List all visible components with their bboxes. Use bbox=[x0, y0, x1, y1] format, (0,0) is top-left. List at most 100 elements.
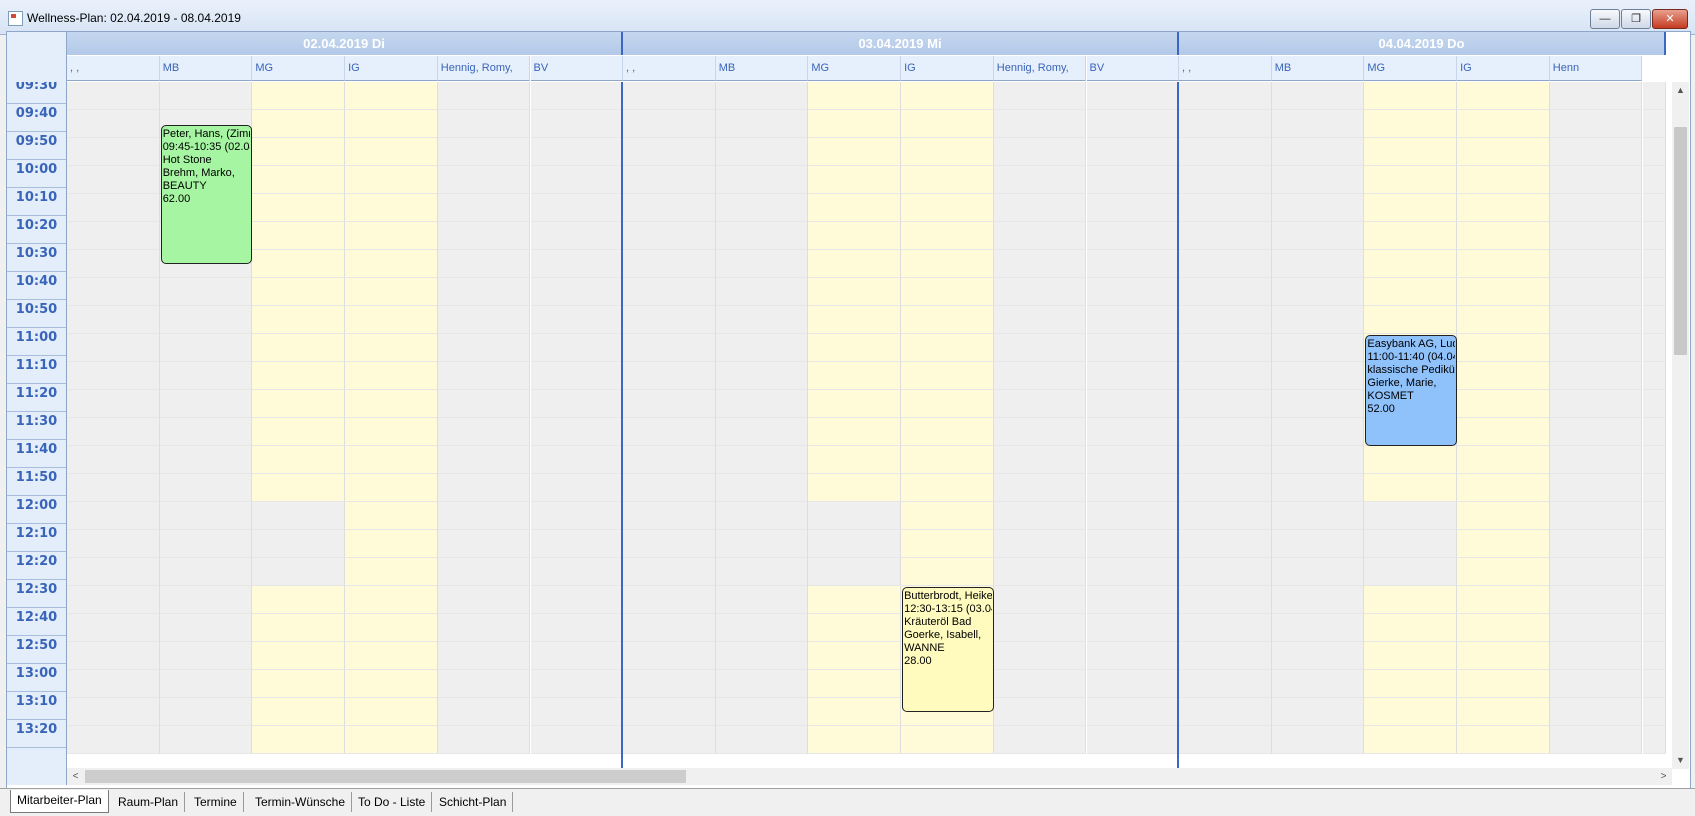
schedule-cell[interactable] bbox=[1642, 726, 1666, 754]
schedule-cell[interactable] bbox=[1457, 82, 1550, 110]
column-header[interactable]: MB bbox=[715, 56, 809, 81]
schedule-cell[interactable] bbox=[808, 530, 902, 558]
schedule-cell[interactable] bbox=[159, 502, 253, 530]
schedule-cell[interactable] bbox=[715, 698, 809, 726]
schedule-cell[interactable] bbox=[808, 446, 902, 474]
schedule-cell[interactable] bbox=[1549, 278, 1643, 306]
close-button[interactable]: ✕ bbox=[1652, 9, 1688, 29]
schedule-cell[interactable] bbox=[252, 502, 346, 530]
schedule-cell[interactable] bbox=[1179, 446, 1272, 474]
schedule-cell[interactable] bbox=[1549, 194, 1643, 222]
schedule-cell[interactable] bbox=[1364, 586, 1458, 614]
schedule-cell[interactable] bbox=[808, 166, 902, 194]
schedule-cell[interactable] bbox=[437, 82, 531, 110]
schedule-cell[interactable] bbox=[715, 110, 809, 138]
schedule-cell[interactable] bbox=[808, 334, 902, 362]
schedule-cell[interactable] bbox=[345, 334, 438, 362]
schedule-cell[interactable] bbox=[993, 138, 1087, 166]
schedule-cell[interactable] bbox=[437, 558, 531, 586]
schedule-cell[interactable] bbox=[252, 698, 346, 726]
schedule-cell[interactable] bbox=[1642, 82, 1666, 110]
schedule-cell[interactable] bbox=[1642, 698, 1666, 726]
schedule-cell[interactable] bbox=[1457, 390, 1550, 418]
schedule-cell[interactable] bbox=[1086, 642, 1180, 670]
schedule-cell[interactable] bbox=[808, 698, 902, 726]
schedule-cell[interactable] bbox=[1549, 474, 1643, 502]
schedule-cell[interactable] bbox=[1364, 110, 1458, 138]
schedule-cell[interactable] bbox=[993, 558, 1087, 586]
schedule-cell[interactable] bbox=[252, 82, 346, 110]
schedule-cell[interactable] bbox=[530, 418, 624, 446]
schedule-cell[interactable] bbox=[252, 418, 346, 446]
schedule-cell[interactable] bbox=[808, 306, 902, 334]
schedule-cell[interactable] bbox=[530, 222, 624, 250]
schedule-cell[interactable] bbox=[1549, 306, 1643, 334]
schedule-cell[interactable] bbox=[252, 670, 346, 698]
schedule-cell[interactable] bbox=[252, 586, 346, 614]
schedule-cell[interactable] bbox=[1364, 502, 1458, 530]
schedule-cell[interactable] bbox=[345, 446, 438, 474]
schedule-cell[interactable] bbox=[530, 670, 624, 698]
schedule-cell[interactable] bbox=[67, 278, 160, 306]
schedule-cell[interactable] bbox=[1086, 250, 1180, 278]
schedule-cell[interactable] bbox=[1086, 698, 1180, 726]
schedule-cell[interactable] bbox=[1179, 502, 1272, 530]
appointment-card[interactable]: Butterbrodt, Heike 12:30-13:15 (03.04. Krä… bbox=[902, 587, 994, 712]
column-header[interactable]: MG bbox=[808, 56, 902, 81]
schedule-cell[interactable] bbox=[67, 586, 160, 614]
schedule-cell[interactable] bbox=[1179, 306, 1272, 334]
schedule-cell[interactable] bbox=[623, 390, 716, 418]
schedule-cell[interactable] bbox=[1549, 334, 1643, 362]
schedule-cell[interactable] bbox=[1549, 362, 1643, 390]
schedule-cell[interactable] bbox=[1457, 446, 1550, 474]
schedule-cell[interactable] bbox=[437, 642, 531, 670]
schedule-cell[interactable] bbox=[993, 82, 1087, 110]
schedule-cell[interactable] bbox=[993, 614, 1087, 642]
schedule-cell[interactable] bbox=[1086, 614, 1180, 642]
schedule-cell[interactable] bbox=[993, 446, 1087, 474]
schedule-cell[interactable] bbox=[623, 362, 716, 390]
schedule-cell[interactable] bbox=[1086, 558, 1180, 586]
schedule-cell[interactable] bbox=[1642, 446, 1666, 474]
column-header[interactable]: MB bbox=[1271, 56, 1365, 81]
schedule-cell[interactable] bbox=[1364, 642, 1458, 670]
schedule-cell[interactable] bbox=[437, 222, 531, 250]
schedule-cell[interactable] bbox=[1271, 446, 1365, 474]
schedule-cell[interactable] bbox=[1179, 166, 1272, 194]
appointment-card[interactable]: Easybank AG, Ludw11:00-11:40 (04.04.klas… bbox=[1365, 335, 1458, 446]
schedule-cell[interactable] bbox=[808, 614, 902, 642]
schedule-cell[interactable] bbox=[808, 726, 902, 754]
schedule-cell[interactable] bbox=[1642, 530, 1666, 558]
schedule-cell[interactable] bbox=[437, 110, 531, 138]
schedule-cell[interactable] bbox=[437, 446, 531, 474]
schedule-cell[interactable] bbox=[530, 446, 624, 474]
minimize-button[interactable]: — bbox=[1590, 9, 1620, 29]
schedule-cell[interactable] bbox=[1271, 278, 1365, 306]
schedule-cell[interactable] bbox=[530, 138, 624, 166]
schedule-cell[interactable] bbox=[1364, 250, 1458, 278]
schedule-cell[interactable] bbox=[1271, 642, 1365, 670]
schedule-cell[interactable] bbox=[715, 194, 809, 222]
schedule-cell[interactable] bbox=[67, 82, 160, 110]
schedule-cell[interactable] bbox=[623, 250, 716, 278]
schedule-cell[interactable] bbox=[1642, 334, 1666, 362]
schedule-cell[interactable] bbox=[345, 614, 438, 642]
schedule-cell[interactable] bbox=[1457, 418, 1550, 446]
schedule-cell[interactable] bbox=[1364, 82, 1458, 110]
schedule-cell[interactable] bbox=[715, 250, 809, 278]
schedule-cell[interactable] bbox=[1179, 698, 1272, 726]
schedule-cell[interactable] bbox=[1086, 362, 1180, 390]
schedule-cell[interactable] bbox=[530, 334, 624, 362]
schedule-cell[interactable] bbox=[1179, 110, 1272, 138]
column-header[interactable]: MG bbox=[1364, 56, 1458, 81]
schedule-cell[interactable] bbox=[159, 418, 253, 446]
schedule-cell[interactable] bbox=[901, 306, 994, 334]
schedule-cell[interactable] bbox=[345, 362, 438, 390]
schedule-cell[interactable] bbox=[1549, 530, 1643, 558]
schedule-cell[interactable] bbox=[901, 194, 994, 222]
schedule-cell[interactable] bbox=[808, 278, 902, 306]
schedule-cell[interactable] bbox=[67, 194, 160, 222]
schedule-cell[interactable] bbox=[808, 474, 902, 502]
schedule-cell[interactable] bbox=[1457, 502, 1550, 530]
schedule-cell[interactable] bbox=[67, 110, 160, 138]
